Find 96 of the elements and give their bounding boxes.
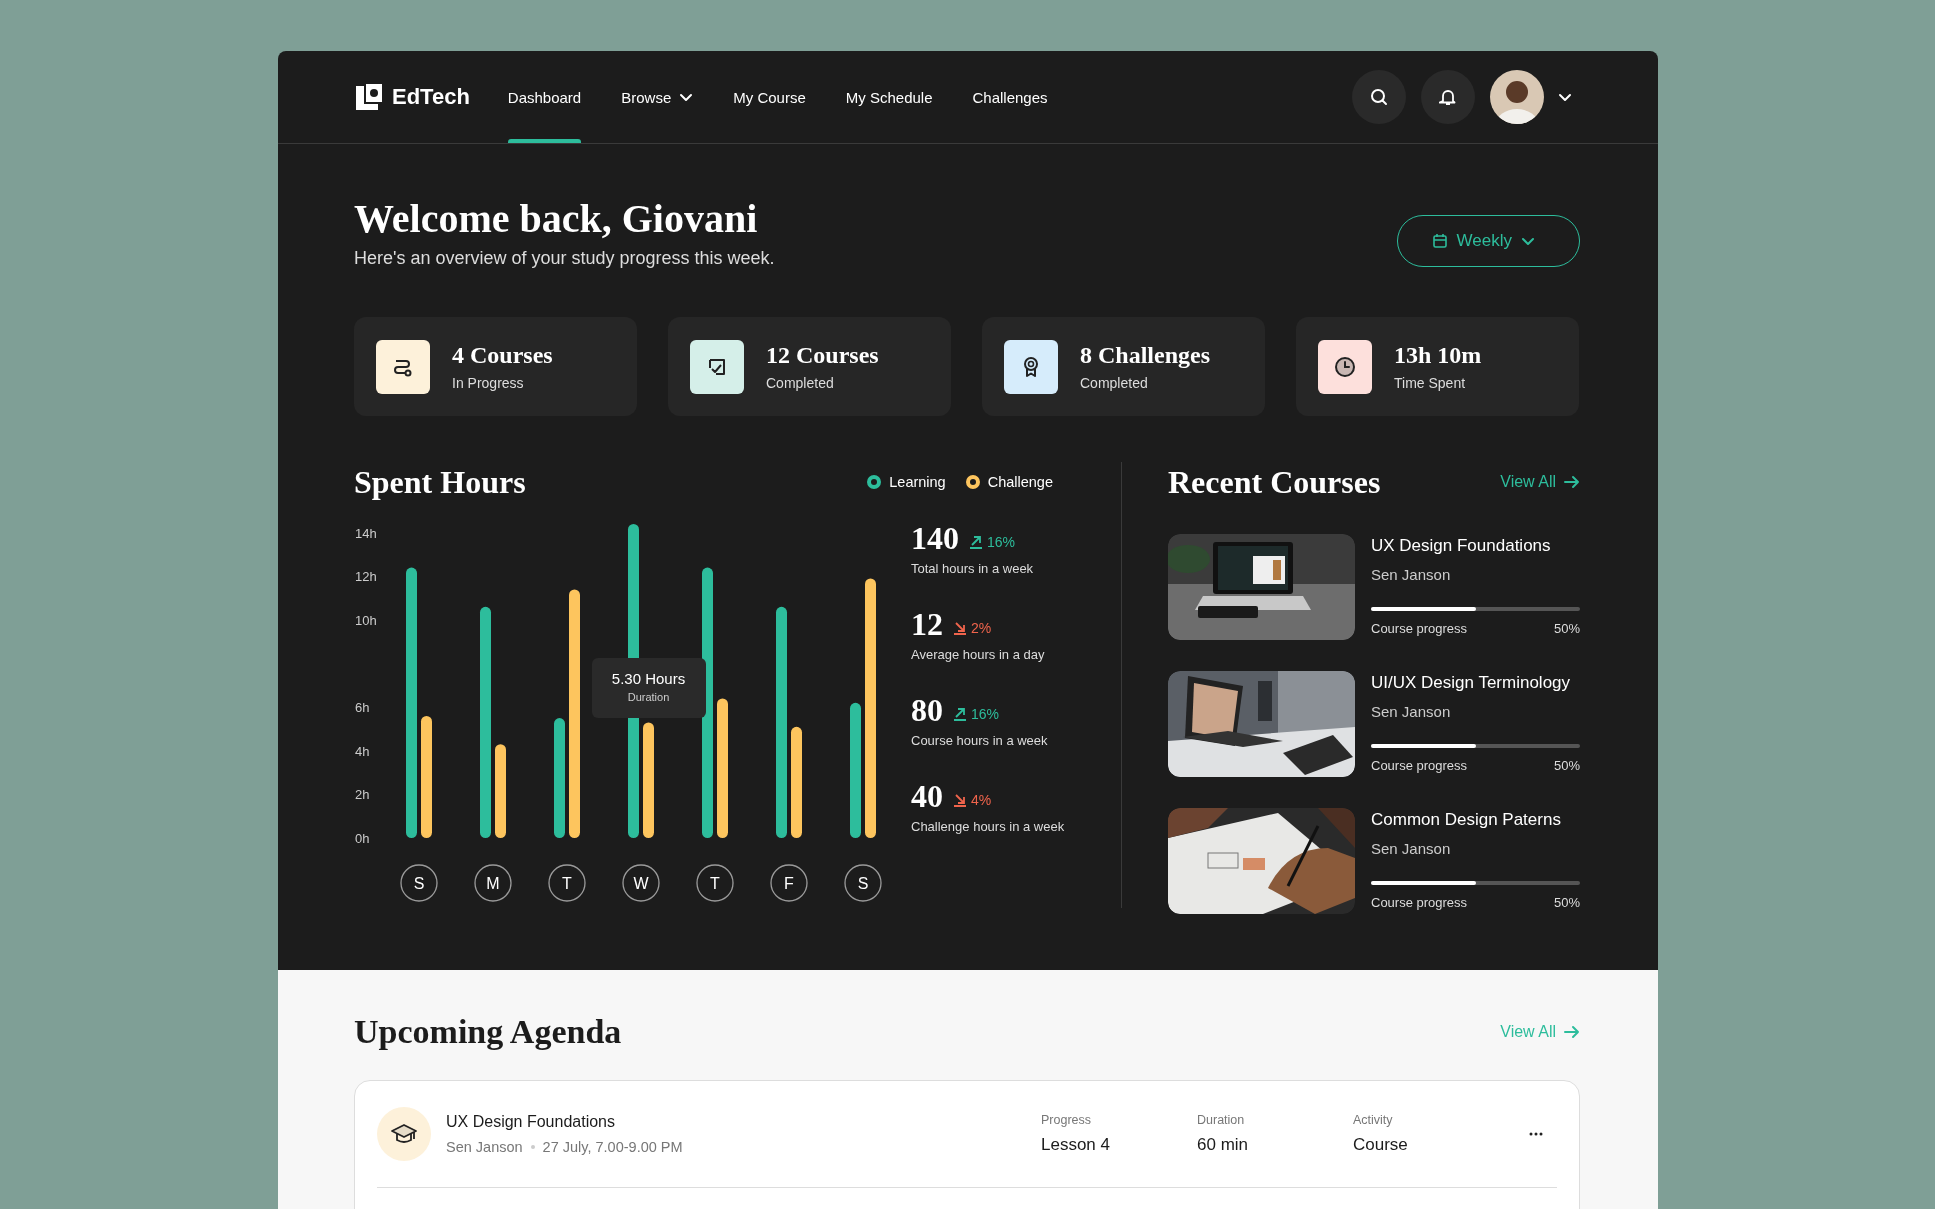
stat-label: Completed bbox=[1080, 375, 1149, 391]
agenda-title[interactable]: UX Design Foundations bbox=[446, 1113, 683, 1131]
day-label: S bbox=[400, 864, 438, 902]
chart-bar[interactable] bbox=[495, 744, 506, 838]
field-value: Course bbox=[1353, 1135, 1409, 1155]
field-label: Progress bbox=[1041, 1113, 1093, 1127]
stat-caption: Challenge hours in a week bbox=[911, 819, 1065, 834]
day-label: M bbox=[474, 864, 512, 902]
trend-down-icon bbox=[953, 793, 967, 807]
separator-dot bbox=[530, 1145, 535, 1149]
section-title: Recent Courses bbox=[1168, 463, 1381, 501]
more-icon[interactable] bbox=[1529, 1132, 1543, 1136]
trend-up-icon bbox=[969, 535, 983, 549]
trend-up-icon bbox=[953, 707, 967, 721]
logo-text: EdTech bbox=[392, 84, 470, 110]
field-value: Lesson 4 bbox=[1041, 1135, 1111, 1155]
progress-label: Course progress bbox=[1371, 895, 1468, 910]
course-title[interactable]: UX Design Foundations bbox=[1371, 536, 1580, 556]
axis-label: 14h bbox=[355, 525, 377, 541]
stat-value: 12 Courses bbox=[766, 342, 879, 369]
axis-label: 12h bbox=[355, 569, 377, 585]
chart-bar[interactable] bbox=[643, 722, 654, 838]
stat-label: In Progress bbox=[452, 375, 525, 391]
progress-label: Course progress bbox=[1371, 758, 1468, 773]
axis-label: 0h bbox=[355, 831, 370, 846]
chart-bar[interactable] bbox=[791, 726, 802, 838]
change-percent: 4% bbox=[971, 792, 992, 808]
agenda-time: 27 July, 7.00-9.00 PM bbox=[542, 1139, 683, 1155]
progress-value: 50% bbox=[1553, 758, 1580, 773]
day-label: T bbox=[696, 864, 734, 902]
course-author: Sen Janson bbox=[1371, 566, 1452, 583]
progress-value: 50% bbox=[1553, 621, 1580, 636]
x-tick-label: M bbox=[486, 875, 500, 892]
x-tick-label: W bbox=[633, 875, 650, 892]
legend-label: Learning bbox=[889, 474, 946, 490]
page-title: Welcome back, Giovani bbox=[354, 196, 759, 242]
stat-caption: Course hours in a week bbox=[911, 733, 1049, 748]
stat-value: 4 Courses bbox=[452, 342, 553, 369]
x-tick-label: S bbox=[857, 875, 869, 892]
stat-label: Time Spent bbox=[1394, 375, 1467, 391]
course-title[interactable]: Common Design Paterns bbox=[1371, 810, 1580, 830]
page-subtitle: Here's an overview of your study progress this week. bbox=[354, 248, 775, 269]
nav-link[interactable]: My Course bbox=[733, 51, 806, 143]
progress-label: Course progress bbox=[1371, 621, 1468, 636]
course-author: Sen Janson bbox=[1371, 840, 1452, 857]
axis-label: 10h bbox=[355, 612, 377, 628]
progress-value: 50% bbox=[1553, 895, 1580, 910]
bell-icon bbox=[1439, 88, 1457, 106]
trend-down-icon bbox=[953, 621, 967, 635]
nav-link[interactable]: My Schedule bbox=[845, 51, 933, 143]
stat-caption: Total hours in a week bbox=[911, 561, 1035, 576]
field-value: 60 min bbox=[1197, 1135, 1250, 1155]
stat-value: 13h 10m bbox=[1394, 342, 1482, 369]
x-tick-label: T bbox=[562, 875, 573, 892]
section-title: Upcoming Agenda bbox=[354, 1013, 622, 1051]
arrow-right-icon bbox=[1564, 1025, 1580, 1039]
stat-caption: Average hours in a day bbox=[911, 647, 1046, 662]
nav-link[interactable]: Dashboard bbox=[507, 51, 582, 143]
chart-bar[interactable] bbox=[702, 567, 713, 838]
calendar-icon bbox=[1431, 232, 1448, 249]
avatar[interactable] bbox=[1490, 70, 1544, 124]
change-percent: 2% bbox=[971, 620, 992, 636]
change-percent: 16% bbox=[987, 534, 1016, 550]
course-author: Sen Janson bbox=[1371, 703, 1452, 720]
course-title[interactable]: UI/UX Design Terminology bbox=[1371, 673, 1580, 693]
view-all-link[interactable]: View All bbox=[1500, 473, 1580, 491]
stat-value: 8 Challenges bbox=[1080, 342, 1210, 369]
x-tick-label: F bbox=[784, 875, 795, 892]
day-label: S bbox=[844, 864, 882, 902]
stat-number: 140 bbox=[911, 520, 959, 557]
stat-number: 40 bbox=[911, 778, 943, 815]
x-tick-label: T bbox=[710, 875, 721, 892]
change-percent: 16% bbox=[971, 706, 1000, 722]
search-icon bbox=[1370, 88, 1388, 106]
day-label: W bbox=[622, 864, 660, 902]
axis-label: 6h bbox=[355, 700, 370, 716]
day-label: F bbox=[770, 864, 808, 902]
axis-label: 4h bbox=[355, 743, 370, 759]
chart-bar[interactable] bbox=[850, 702, 861, 838]
stat-label: Completed bbox=[766, 375, 835, 391]
section-title: Spent Hours bbox=[354, 463, 526, 501]
legend-label: Challenge bbox=[987, 474, 1053, 490]
agenda-author: Sen Janson bbox=[446, 1139, 523, 1155]
logo-icon bbox=[354, 82, 384, 112]
nav-link[interactable]: Browse bbox=[621, 51, 694, 143]
x-tick-label: S bbox=[413, 875, 425, 892]
field-label: Duration bbox=[1197, 1113, 1246, 1127]
stat-number: 12 bbox=[911, 606, 943, 643]
axis-label: 2h bbox=[355, 787, 370, 803]
day-label: T bbox=[548, 864, 586, 902]
chart-tooltip: 5.30 Hours Duration bbox=[591, 658, 706, 719]
arrow-right-icon bbox=[1564, 475, 1580, 489]
chart-bar[interactable] bbox=[421, 715, 432, 838]
nav-link[interactable]: Challenges bbox=[972, 51, 1048, 143]
stat-number: 80 bbox=[911, 692, 943, 729]
field-label: Activity bbox=[1353, 1113, 1394, 1127]
